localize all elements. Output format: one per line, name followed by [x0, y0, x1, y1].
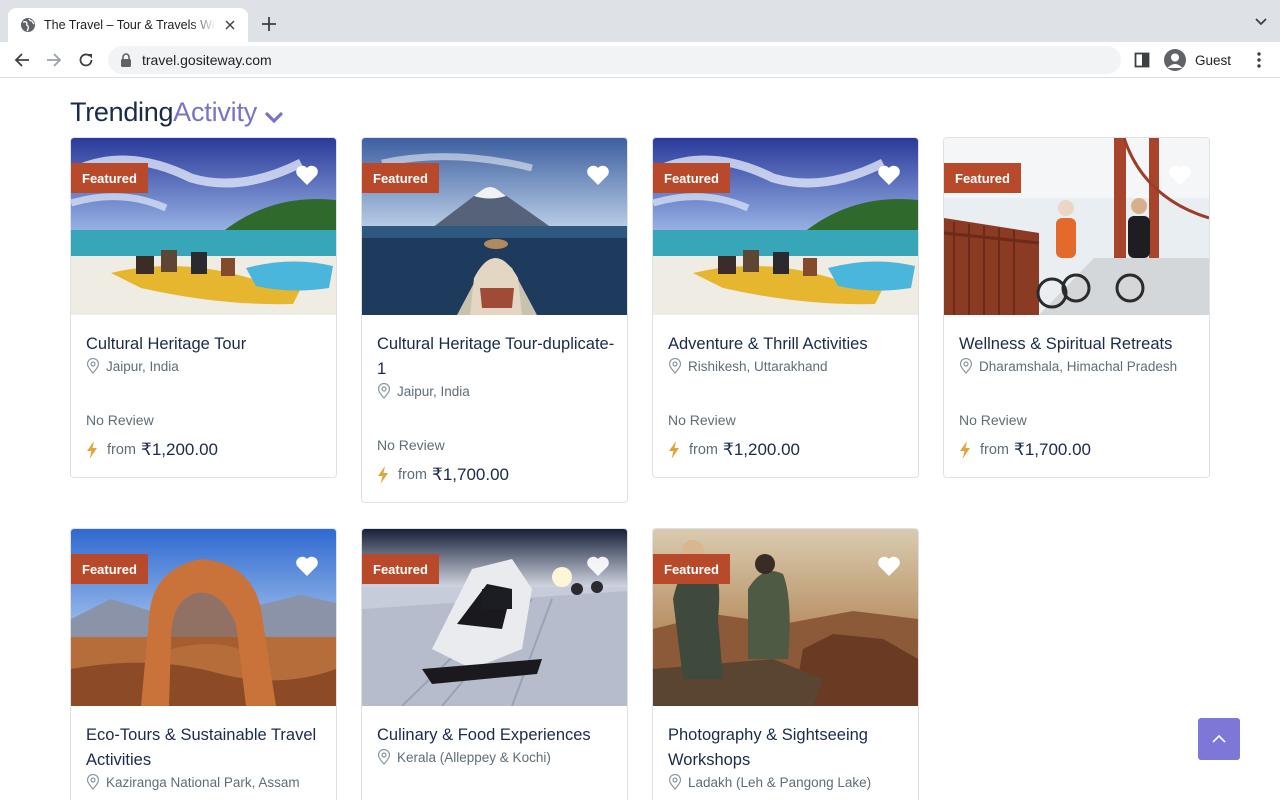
review-status: No Review — [959, 412, 1027, 428]
avatar — [1164, 49, 1186, 71]
price-row: from ₹1,700.00 — [959, 440, 1091, 460]
heart-icon[interactable] — [1168, 164, 1192, 186]
price-amount: ₹1,700.00 — [432, 465, 509, 484]
price-row: from ₹1,700.00 — [377, 465, 509, 485]
heart-icon[interactable] — [586, 164, 610, 186]
heart-icon[interactable] — [586, 555, 610, 577]
location-text: Rishikesh, Uttarakhand — [688, 358, 828, 374]
url-text: travel.gositeway.com — [142, 52, 272, 68]
location-text: Jaipur, India — [397, 383, 470, 399]
reload-icon[interactable] — [76, 50, 96, 70]
featured-badge: Featured — [362, 554, 439, 584]
review-status: No Review — [668, 412, 736, 428]
map-pin-icon — [377, 749, 391, 765]
price-amount: ₹1,700.00 — [1014, 440, 1091, 459]
chevron-up-icon — [1212, 734, 1226, 743]
lightning-icon — [669, 441, 679, 459]
price-prefix: from — [980, 442, 1009, 458]
price-prefix: from — [107, 442, 136, 458]
featured-badge: Featured — [653, 163, 730, 193]
browser-tab[interactable]: The Travel – Tour & Travels Website — [8, 8, 248, 42]
activity-location: Jaipur, India — [86, 358, 179, 374]
new-tab-icon[interactable] — [258, 13, 280, 35]
price-amount: ₹1,200.00 — [723, 440, 800, 459]
map-pin-icon — [959, 358, 973, 374]
review-status: No Review — [86, 412, 154, 428]
activity-title[interactable]: Photography & Sightseeing Workshops — [668, 723, 908, 773]
location-text: Jaipur, India — [106, 358, 179, 374]
browser-tab-strip: The Travel – Tour & Travels Website — [0, 0, 1280, 42]
forward-icon[interactable] — [44, 50, 64, 70]
featured-badge: Featured — [362, 163, 439, 193]
activity-title[interactable]: Cultural Heritage Tour — [86, 332, 326, 357]
location-text: Kerala (Alleppey & Kochi) — [397, 749, 551, 765]
scroll-to-top-button[interactable] — [1198, 718, 1240, 760]
featured-badge: Featured — [653, 554, 730, 584]
profile-button[interactable]: Guest — [1161, 45, 1241, 75]
back-icon[interactable] — [12, 50, 32, 70]
more-options-icon[interactable] — [1252, 51, 1266, 69]
location-text: Ladakh (Leh & Pangong Lake) — [688, 774, 872, 790]
lightning-icon — [960, 441, 970, 459]
price-row: from ₹1,200.00 — [668, 440, 800, 460]
heart-icon[interactable] — [877, 164, 901, 186]
profile-label: Guest — [1195, 52, 1232, 68]
featured-badge: Featured — [71, 163, 148, 193]
lightning-icon — [378, 466, 388, 484]
activity-location: Jaipur, India — [377, 383, 470, 399]
activity-card[interactable]: Featured Eco-Tours & Sustainable Travel … — [70, 528, 337, 800]
activity-location: Ladakh (Leh & Pangong Lake) — [668, 774, 871, 790]
section-title: Trending — [70, 97, 174, 127]
price-row: from ₹1,200.00 — [86, 440, 218, 460]
tab-title: The Travel – Tour & Travels Website — [44, 18, 216, 32]
activity-card[interactable]: Featured Adventure & Thrill Activities R… — [652, 137, 919, 478]
section-heading: Trending Activity — [70, 97, 283, 128]
map-pin-icon — [86, 774, 100, 790]
activity-title[interactable]: Adventure & Thrill Activities — [668, 332, 908, 357]
map-pin-icon — [668, 358, 682, 374]
heart-icon[interactable] — [877, 555, 901, 577]
side-panel-icon[interactable] — [1134, 52, 1150, 68]
browser-toolbar: travel.gositeway.com Guest — [0, 42, 1280, 78]
activity-location: Dharamshala, Himachal Pradesh — [959, 358, 1177, 374]
price-amount: ₹1,200.00 — [141, 440, 218, 459]
activity-card[interactable]: Featured Culinary & Food Experiences Ker… — [361, 528, 628, 800]
activity-title[interactable]: Wellness & Spiritual Retreats — [959, 332, 1199, 357]
activity-location: Kerala (Alleppey & Kochi) — [377, 749, 551, 765]
map-pin-icon — [377, 383, 391, 399]
chevron-down-icon[interactable] — [265, 111, 283, 124]
activity-dropdown-label[interactable]: Activity — [173, 97, 257, 128]
activity-card[interactable]: Featured Photography & Sightseeing Works… — [652, 528, 919, 800]
price-prefix: from — [689, 442, 718, 458]
activity-title[interactable]: Cultural Heritage Tour-duplicate-1 — [377, 332, 617, 382]
activity-card[interactable]: Featured Cultural Heritage Tour Jaipur, … — [70, 137, 337, 478]
featured-badge: Featured — [944, 163, 1021, 193]
globe-icon — [21, 18, 35, 32]
activity-title[interactable]: Eco-Tours & Sustainable Travel Activitie… — [86, 723, 326, 773]
map-pin-icon — [86, 358, 100, 374]
activity-card[interactable]: Featured Wellness & Spiritual Retreats D… — [943, 137, 1210, 478]
map-pin-icon — [668, 774, 682, 790]
review-status: No Review — [377, 437, 445, 453]
location-text: Dharamshala, Himachal Pradesh — [979, 358, 1178, 374]
page-content: Trending Activity Featured Cultural Heri… — [0, 79, 1280, 800]
lightning-icon — [87, 441, 97, 459]
heart-icon[interactable] — [295, 555, 319, 577]
lock-icon — [121, 53, 131, 67]
activity-location: Rishikesh, Uttarakhand — [668, 358, 828, 374]
activity-location: Kaziranga National Park, Assam — [86, 774, 300, 790]
activity-title[interactable]: Culinary & Food Experiences — [377, 723, 617, 748]
tab-search-chevron-icon[interactable] — [1254, 15, 1268, 29]
activity-card[interactable]: Featured Cultural Heritage Tour-duplicat… — [361, 137, 628, 503]
close-tab-icon[interactable] — [222, 17, 238, 33]
featured-badge: Featured — [71, 554, 148, 584]
heart-icon[interactable] — [295, 164, 319, 186]
location-text: Kaziranga National Park, Assam — [106, 774, 300, 790]
price-prefix: from — [398, 467, 427, 483]
address-bar[interactable]: travel.gositeway.com — [108, 46, 1121, 74]
